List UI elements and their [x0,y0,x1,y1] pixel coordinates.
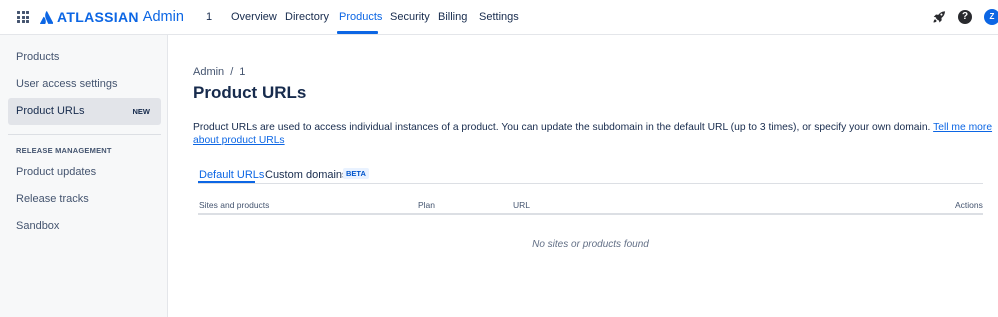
active-nav-indicator [337,31,378,34]
logo-text: ATLASSIAN [57,9,139,25]
empty-state-message: No sites or products found [532,239,649,250]
atlassian-logo-icon [40,10,53,24]
sidebar-item-label: Product URLs [16,105,85,117]
column-header-plan: Plan [418,200,436,210]
help-icon[interactable]: ? [958,10,972,24]
column-header-url: URL [513,200,531,210]
nav-settings[interactable]: Settings [479,11,519,23]
tabs-divider [198,183,983,184]
description-text: Product URLs are used to access individu… [193,122,931,133]
nav-directory[interactable]: Directory [285,11,329,23]
sidebar-item-label: User access settings [16,78,118,90]
avatar[interactable]: Z [984,9,998,25]
sidebar-item-label: Sandbox [16,220,60,232]
tab-default-urls[interactable]: Default URLs [199,169,264,181]
sidebar-item-product-urls[interactable]: Product URLs NEW [8,98,161,125]
breadcrumb-admin[interactable]: Admin [193,66,224,78]
tab-custom-domains[interactable]: Custom domains [265,169,348,181]
logo-product-name: Admin [142,9,184,25]
new-badge: NEW [132,107,151,116]
sidebar-item-sandbox[interactable]: Sandbox [8,213,161,240]
page-title: Product URLs [193,83,307,102]
sidebar-item-product-updates[interactable]: Product updates [8,159,161,186]
sidebar-item-label: Release tracks [16,193,89,205]
nav-security[interactable]: Security [390,11,430,23]
org-switcher[interactable]: 1 [206,11,212,23]
sidebar-item-label: Product updates [16,166,97,178]
breadcrumb-separator: / [230,66,234,78]
sidebar-item-user-access-settings[interactable]: User access settings [8,71,161,98]
atlassian-admin-logo[interactable]: ATLASSIAN Admin [40,9,184,25]
sidebar-section-title: RELEASE MANAGEMENT [16,146,112,155]
app-switcher-icon[interactable] [17,11,29,23]
sidebar-divider [8,134,161,135]
nav-billing[interactable]: Billing [438,11,467,23]
sidebar-item-release-tracks[interactable]: Release tracks [8,186,161,213]
breadcrumb: Admin / 1 [193,66,245,78]
sidebar-item-products[interactable]: Products [8,44,161,71]
page-description: Product URLs are used to access individu… [193,121,993,147]
top-navigation: ATLASSIAN Admin 1 Overview Directory Pro… [0,0,998,35]
sidebar: Products User access settings Product UR… [0,35,168,317]
column-header-actions: Actions [955,200,983,210]
table-header-divider [198,213,983,215]
rocket-icon[interactable] [932,10,946,24]
sidebar-item-label: Products [16,51,60,63]
breadcrumb-org[interactable]: 1 [239,66,245,78]
nav-products[interactable]: Products [339,11,382,23]
column-header-sites-and-products: Sites and products [199,200,270,210]
beta-badge: BETA [343,168,369,179]
nav-overview[interactable]: Overview [231,11,277,23]
